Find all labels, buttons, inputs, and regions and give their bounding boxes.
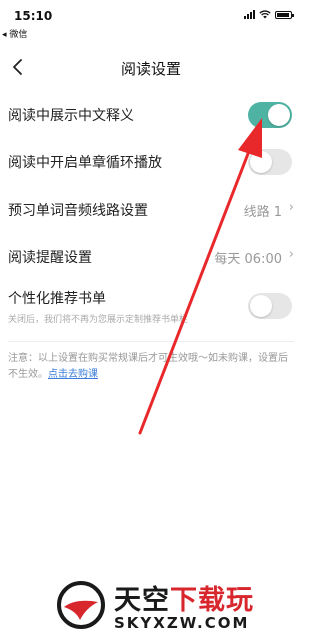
toggle-knob: [250, 295, 272, 317]
watermark-brand-black: 天空: [114, 585, 170, 616]
show-chinese-definition-toggle[interactable]: [248, 102, 292, 128]
buy-course-link[interactable]: 点击去购课: [48, 369, 98, 380]
nav-bar: 阅读设置: [0, 48, 302, 86]
setting-label: 阅读提醒设置: [8, 250, 92, 266]
setting-label: 阅读中开启单章循环播放: [8, 155, 162, 171]
setting-description: 关闭后，我们将不再为您展示定制推荐书单栏: [8, 315, 189, 325]
audio-route-value: 线路 1: [243, 205, 282, 220]
watermark-brand-red: 下载玩: [170, 585, 254, 616]
setting-label: 阅读中展示中文释义: [8, 108, 134, 124]
watermark-logo-icon: [57, 581, 105, 629]
reading-reminder-value: 每天 06:00: [214, 252, 282, 267]
watermark-url: SKYXZW.COM: [114, 614, 250, 632]
wifi-icon: [259, 10, 271, 19]
chapter-loop-play-toggle[interactable]: [248, 149, 292, 175]
chevron-right-icon: ›: [288, 247, 294, 262]
setting-row-show-chinese-definition: 阅读中展示中文释义: [0, 98, 302, 132]
watermark-brand: 天空下载玩: [114, 578, 254, 617]
setting-row-audio-route[interactable]: 预习单词音频线路设置 线路 1 ›: [0, 193, 302, 227]
watermark: 天空下载玩 SKYXZW.COM: [52, 578, 302, 636]
divider: [8, 341, 294, 342]
status-time: 15:10: [14, 9, 53, 23]
notice-text: 注意：以上设置在购买常规课后才可生效哦～如未购课，设置后不生效。点击去购课: [8, 351, 294, 383]
personalized-booklist-toggle[interactable]: [248, 293, 292, 319]
setting-label: 个性化推荐书单: [8, 291, 106, 307]
chevron-right-icon: ›: [288, 200, 294, 215]
setting-row-reading-reminder[interactable]: 阅读提醒设置 每天 06:00 ›: [0, 240, 302, 274]
toggle-knob: [268, 104, 290, 126]
page-title: 阅读设置: [120, 60, 181, 78]
setting-row-personalized-booklist: 个性化推荐书单 关闭后，我们将不再为您展示定制推荐书单栏: [0, 284, 302, 330]
battery-icon: [275, 10, 294, 19]
status-bar: 15:10: [0, 0, 302, 28]
setting-row-chapter-loop-play: 阅读中开启单章循环播放: [0, 145, 302, 179]
setting-label: 预习单词音频线路设置: [8, 203, 148, 219]
cellular-signal-icon: [244, 10, 255, 19]
status-icons: [244, 10, 294, 19]
return-to-app-link[interactable]: ◂ 微信: [2, 27, 27, 40]
toggle-knob: [250, 151, 272, 173]
